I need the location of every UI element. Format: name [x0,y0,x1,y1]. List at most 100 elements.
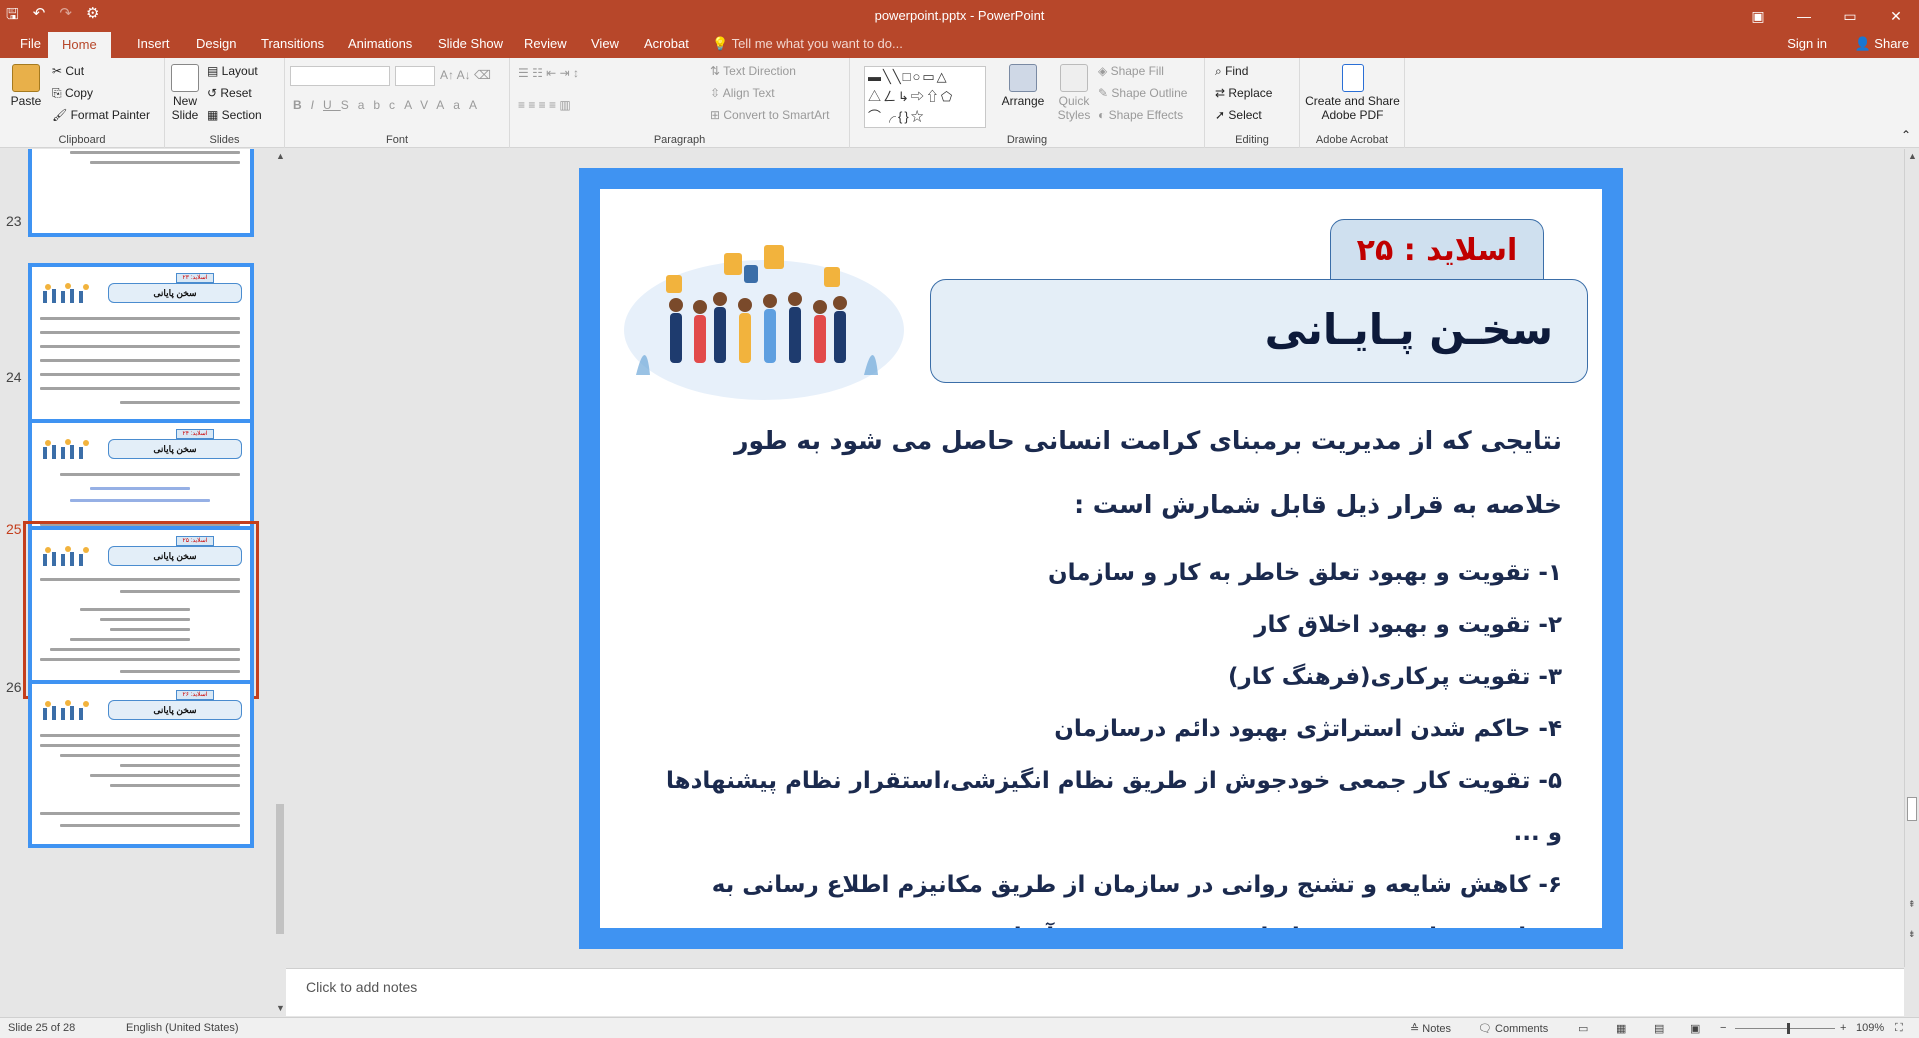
shapes-gallery[interactable]: ▬╲╲□○▭△ △ㄥ↳⇨⇧⬠ ⌒╭{}☆ [864,66,986,128]
slide-thumbnail-selected[interactable]: اسلاید: ۲۵ سخن پایانی [28,526,254,694]
tab-view[interactable]: View [591,36,619,51]
slide-sorter-icon[interactable]: ▦ [1616,1022,1626,1035]
thumb-badge: اسلاید: ۲۳ [176,273,214,283]
slide-heading[interactable]: سخـن پـایـانی [930,279,1588,383]
underline-button[interactable]: U [323,98,341,112]
create-pdf-button[interactable]: Create and Share Adobe PDF [1300,64,1405,122]
close-button[interactable]: ✕ [1873,0,1919,32]
notes-toggle[interactable]: ≙ Notes [1410,1022,1451,1035]
text-direction-button[interactable]: ⇅ Text Direction [710,64,796,78]
change-case-button[interactable]: Aa [436,98,469,112]
editing-label: Editing [1235,134,1269,146]
quick-styles-button[interactable]: Quick Styles [1052,64,1096,122]
list-item: ۶- کاهش شایعه و تشنج روانی در سازمان از … [711,872,1562,928]
share-button[interactable]: 👤 Share [1854,36,1909,52]
ribbon-display-icon[interactable]: ▣ [1735,0,1781,32]
notes-pane[interactable]: Click to add notes [286,968,1904,1016]
slide-number: 23 [6,213,22,229]
next-slide-icon[interactable]: ⇟ [1908,929,1916,940]
previous-slide-icon[interactable]: ⇞ [1908,899,1916,910]
font-format-buttons[interactable]: BIUSabcAVAaA [293,98,486,112]
tab-slide-show[interactable]: Slide Show [438,36,503,51]
bold-button[interactable]: B [293,98,311,112]
copy-button[interactable]: ⎘ Copy [52,86,93,101]
tab-home[interactable]: Home [48,32,111,58]
new-slide-icon [171,64,199,92]
minimize-button[interactable]: — [1781,0,1827,32]
restore-button[interactable]: ▭ [1827,0,1873,32]
arrange-button[interactable]: Arrange [998,64,1048,108]
scroll-up-icon[interactable]: ▲ [1908,151,1917,161]
tab-transitions[interactable]: Transitions [261,36,324,51]
scrollbar-thumb[interactable] [276,804,284,934]
thumb-badge: اسلاید: ۲۶ [176,690,214,700]
normal-view-icon[interactable]: ▭ [1578,1022,1588,1035]
font-color-button[interactable]: A [469,98,486,112]
comments-toggle[interactable]: 🗨 Comments [1478,1022,1548,1035]
thumb-badge: اسلاید: ۲۵ [176,536,214,546]
tab-acrobat[interactable]: Acrobat [644,36,689,51]
drawing-group: ▬╲╲□○▭△ △ㄥ↳⇨⇧⬠ ⌒╭{}☆ Arrange Quick Styles… [850,58,1205,148]
scrollbar-thumb[interactable] [1907,797,1917,821]
brush-icon: 🖌 [52,108,71,122]
thumbnail-scrollbar[interactable]: ▲ ▼ [275,149,285,1017]
shadow-button[interactable]: S [341,98,358,112]
slide-thumbnail[interactable] [28,149,254,237]
italic-button[interactable]: I [311,98,323,112]
zoom-slider-thumb[interactable] [1787,1023,1790,1034]
tell-me-search[interactable]: 💡 Tell me what you want to do... [712,36,903,52]
effects-icon: ◐ [1098,108,1109,122]
convert-smartart-button[interactable]: ⊞ Convert to SmartArt [710,108,829,122]
font-size-input[interactable] [395,66,435,86]
tab-review[interactable]: Review [524,36,567,51]
fit-slide-icon[interactable]: ⛶ [1895,1022,1903,1035]
align-buttons[interactable]: ≡ ≡ ≡ ≡ ▥ [518,98,571,112]
acrobat-group: Create and Share Adobe PDF Adobe Acrobat [1300,58,1405,148]
reading-view-icon[interactable]: ▤ [1654,1022,1664,1035]
zoom-level[interactable]: 109% [1856,1022,1884,1034]
slide-thumbnail[interactable]: اسلاید: ۲۳ سخن پایانی [28,263,254,431]
scroll-up-icon[interactable]: ▲ [276,151,285,161]
slide-thumbnail[interactable]: اسلاید: ۲۶ سخن پایانی [28,680,254,848]
layout-button[interactable]: ▤ Layout [207,64,258,78]
replace-button[interactable]: ⇄ Replace [1215,86,1272,100]
zoom-out-icon[interactable]: − [1720,1022,1726,1034]
shape-fill-button[interactable]: ◈ Shape Fill [1098,64,1164,78]
shape-effects-button[interactable]: ◐ Shape Effects [1098,108,1183,122]
acrobat-label: Adobe Acrobat [1315,134,1389,146]
scroll-down-icon[interactable]: ▼ [276,1003,285,1013]
slide-content: اسلاید : ۲۵ سخـن پـایـانی نتایجی که از م… [600,189,1602,928]
strikethrough-button[interactable]: abc [358,98,404,112]
select-button[interactable]: ➚ Select [1215,108,1262,122]
zoom-in-icon[interactable]: + [1840,1022,1846,1034]
list-buttons[interactable]: ☰ ☷ ⇤ ⇥ ↕ [518,66,579,80]
collapse-ribbon-icon[interactable]: ⌃ [1901,128,1911,142]
reset-button[interactable]: ↺ Reset [207,86,252,100]
character-spacing-button[interactable]: AV [404,98,436,112]
cut-button[interactable]: ✂ Cut [52,64,84,78]
increase-font-icon[interactable]: A↑ A↓ ⌫ [440,68,491,82]
status-bar: Slide 25 of 28 English (United States) ≙… [0,1017,1919,1038]
font-name-input[interactable] [290,66,390,86]
team-thumbs-up-illustration [624,245,904,400]
slideshow-icon[interactable]: ▣ [1690,1022,1700,1035]
paste-button[interactable]: Paste [6,64,46,108]
sign-in-link[interactable]: Sign in [1787,36,1827,51]
section-icon: ▦ [207,108,222,122]
list-item: ۵- تقویت کار جمعی خودجوش از طریق نظام ان… [666,768,1562,846]
slide-body-text[interactable]: نتایجی که از مدیریت برمبنای کرامت انسانی… [662,409,1562,928]
section-button[interactable]: ▦ Section [207,108,262,122]
language-indicator[interactable]: English (United States) [126,1022,239,1034]
canvas-scrollbar[interactable]: ▲ ⇞ ⇟ [1904,149,1919,967]
zoom-slider[interactable] [1735,1028,1835,1029]
tab-file[interactable]: File [20,36,41,51]
new-slide-button[interactable]: New Slide [167,64,203,122]
format-painter-button[interactable]: 🖌 Format Painter [52,108,150,122]
shape-outline-button[interactable]: ✎ Shape Outline [1098,86,1187,100]
tab-insert[interactable]: Insert [137,36,170,51]
align-text-button[interactable]: ⇳ Align Text [710,86,775,100]
tab-design[interactable]: Design [196,36,236,51]
current-slide[interactable]: اسلاید : ۲۵ سخـن پـایـانی نتایجی که از م… [579,168,1623,949]
tab-animations[interactable]: Animations [348,36,412,51]
find-button[interactable]: ⌕ Find [1215,64,1248,79]
